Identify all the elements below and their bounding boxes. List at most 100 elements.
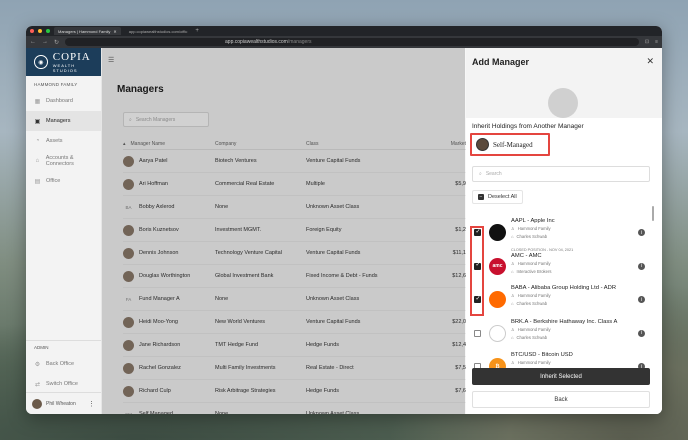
bank-icon: ⌂ — [511, 334, 514, 340]
inherit-selected-button[interactable]: Inherit Selected — [472, 368, 650, 385]
close-icon[interactable]: ✕ — [646, 56, 654, 67]
holding-name: AMC - AMC — [511, 252, 542, 259]
inherit-title: Inherit Holdings from Another Manager — [472, 123, 584, 130]
search-placeholder: Search — [485, 171, 502, 177]
manager-avatar-placeholder — [548, 88, 578, 118]
holding-custodian: ⌂Charles Schwab — [511, 300, 638, 308]
holding-logo-icon: amc — [489, 257, 506, 275]
brand-subtitle: WEALTH STUDIOS — [52, 62, 78, 73]
user-profile[interactable]: Phil Wheaton ⋮ — [26, 392, 101, 414]
holding-custodian: ⌂ Interactive Brokers — [511, 268, 638, 276]
sidebar-item-assets[interactable]: ◔ Assets — [26, 131, 101, 151]
custodian-label: Charles Schwab — [516, 234, 548, 239]
briefcase-icon: ▣ — [34, 118, 41, 125]
close-tab-icon[interactable]: ✕ — [113, 29, 116, 34]
brand-logo[interactable]: ◉ COPIA WEALTH STUDIOS — [26, 48, 101, 76]
holding-family: ♙ Hammond Family — [511, 260, 638, 268]
family-label: Hammond Family — [517, 293, 551, 298]
family-label: Hammond Family — [517, 260, 551, 266]
kebab-menu-icon[interactable]: ⋮ — [88, 400, 95, 408]
sidebar-item-label: Managers — [46, 118, 71, 124]
holding-name: BABA - Alibaba Group Holding Ltd - ADR — [511, 285, 617, 291]
modal-overlay[interactable] — [102, 48, 465, 414]
copia-seal-icon: ◉ — [34, 55, 48, 69]
bank-icon: ⌂ — [35, 158, 40, 164]
main-content: ☰ Managers ⌕ Search Managers ▴ Manager N… — [102, 48, 662, 414]
sidebar-item-switch-office[interactable]: ⇄ Switch Office — [26, 374, 101, 394]
grid-icon: ▦ — [34, 98, 41, 105]
sidebar-item-managers[interactable]: ▣ Managers — [26, 111, 101, 131]
back-arrow-icon[interactable]: ← — [30, 39, 36, 45]
family-label: Hammond Family — [517, 326, 551, 332]
brand-name: COPIA — [52, 50, 91, 63]
family-label: Hammond Family — [517, 360, 551, 365]
sidebar-item-back-office[interactable]: ⚙ Back Office — [26, 354, 101, 374]
highlight-annotation — [470, 226, 484, 316]
selected-manager-label: Self-Managed — [493, 140, 533, 149]
holding-family: ♙ Hammond Family — [511, 359, 638, 367]
custodian-label: Charles Schwab — [516, 301, 548, 306]
holding-logo-icon — [489, 291, 506, 308]
office-icon: ▤ — [34, 178, 41, 185]
sidebar-item-label: Back Office — [46, 361, 75, 367]
address-bar[interactable]: app.copiawealthstudios.com/managers — [65, 38, 639, 46]
pie-icon: ◔ — [35, 138, 40, 144]
url-path: /managers — [287, 39, 312, 45]
custodian-label: Interactive Brokers — [516, 268, 552, 274]
sidebar-item-label: Switch Office — [46, 381, 78, 387]
browser-tab-inactive[interactable]: app.copiawealthstudios.com/offic — [125, 27, 192, 35]
holding-info: AAPL - Apple Inc ♙ Hammond Family ⌂ Charle… — [511, 217, 638, 241]
minus-checkbox-icon: − — [478, 194, 484, 200]
extensions-icon[interactable]: ⊡ — [645, 39, 649, 45]
forward-arrow-icon[interactable]: → — [42, 39, 48, 45]
minimize-window-button[interactable] — [38, 29, 42, 33]
info-icon[interactable]: i — [638, 229, 645, 236]
info-icon[interactable]: i — [638, 296, 645, 303]
holding-info: BABA - Alibaba Group Holding Ltd - ADR ♙… — [511, 284, 638, 308]
tab-title: Managers | Hammond Family — [58, 28, 111, 34]
holdings-list: AAPL - Apple Inc ♙Hammond Family ⌂Charle… — [466, 217, 656, 385]
holding-item[interactable]: BRK.A - Berkshire Hathaway Inc. Class A … — [466, 318, 656, 352]
holding-item[interactable]: BABA - Alibaba Group Holding Ltd - ADR ♙… — [466, 284, 656, 318]
bank-icon: ⌂ — [511, 234, 514, 239]
holding-custodian: ⌂Charles Schwab — [511, 233, 638, 241]
sidebar-item-accounts[interactable]: ⌂ Accounts & Connectors — [26, 151, 101, 171]
selected-manager-chip[interactable]: Self-Managed — [470, 133, 550, 156]
browser-tab-active[interactable]: Managers | Hammond Family ✕ — [54, 27, 121, 35]
search-holdings-input[interactable]: ⌕ Search — [472, 166, 650, 182]
sidebar-item-label: Assets — [46, 138, 63, 144]
holding-logo-icon — [489, 224, 506, 241]
sidebar: ◉ COPIA WEALTH STUDIOS HAMMOND FAMILY ▦ … — [26, 48, 102, 414]
avatar — [476, 138, 489, 151]
browser-toolbar: ← → ↻ app.copiawealthstudios.com/manager… — [26, 36, 662, 48]
holding-family: ♙ Hammond Family — [511, 326, 638, 334]
holding-item[interactable]: AAPL - Apple Inc ♙Hammond Family ⌂Charle… — [466, 217, 656, 251]
add-manager-drawer: Add Manager ✕ Inherit Holdings from Anot… — [466, 48, 662, 414]
info-icon[interactable]: i — [638, 329, 645, 337]
sidebar-item-label: Accounts & Connectors — [45, 155, 74, 167]
family-name: HAMMOND FAMILY — [34, 82, 78, 87]
new-tab-icon[interactable]: + — [195, 28, 199, 34]
gear-icon: ⚙ — [34, 361, 41, 368]
sidebar-item-label: Dashboard — [46, 98, 73, 104]
close-window-button[interactable] — [30, 29, 34, 33]
holding-checkbox[interactable] — [474, 329, 481, 337]
reload-icon[interactable]: ↻ — [54, 39, 59, 46]
inherit-holdings-panel: Inherit Holdings from Another Manager Se… — [466, 118, 656, 414]
holding-family: ♙ Hammond Family — [511, 292, 638, 300]
holding-item[interactable]: amc CLOSED POSITION - NOV 04, 2021 AMC -… — [466, 248, 656, 285]
deselect-all-button[interactable]: − Deselect All — [472, 190, 523, 204]
back-button[interactable]: Back — [472, 391, 650, 408]
maximize-window-button[interactable] — [46, 29, 50, 33]
search-icon: ⌕ — [479, 171, 482, 177]
browser-window: Managers | Hammond Family ✕ app.copiawea… — [26, 26, 662, 414]
browser-menu-icon[interactable]: ≡ — [655, 39, 658, 45]
admin-title: ADMIN — [34, 345, 49, 350]
holding-name: BRK.A - Berkshire Hathaway Inc. Class A — [511, 318, 618, 325]
info-icon[interactable]: i — [638, 262, 645, 270]
sidebar-item-office[interactable]: ▤ Office — [26, 171, 101, 191]
sidebar-item-dashboard[interactable]: ▦ Dashboard — [26, 91, 101, 111]
admin-section: ADMIN ⚙ Back Office ⇄ Switch Office — [26, 340, 101, 394]
holding-family: ♙ Hammond Family — [511, 225, 638, 233]
drawer-header: Add Manager ✕ — [466, 48, 662, 118]
